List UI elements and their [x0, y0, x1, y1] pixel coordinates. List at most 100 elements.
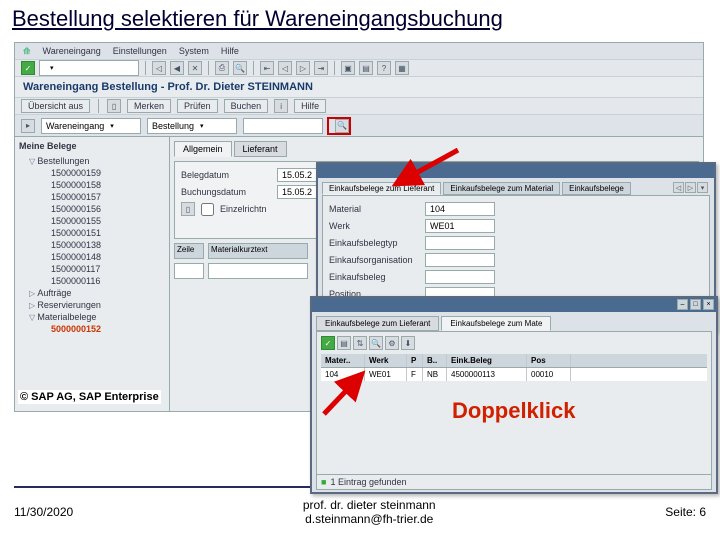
minimize-icon[interactable]: – [677, 299, 688, 310]
close-icon[interactable]: × [703, 299, 714, 310]
post-button[interactable]: Buchen [224, 99, 269, 113]
tree-doc[interactable]: 1500000151 [39, 227, 165, 239]
hold-button[interactable]: Merken [127, 99, 171, 113]
tab-pd-vendor[interactable]: Einkaufsbelege zum Lieferant [322, 182, 441, 195]
footer-email: d.steinmann@fh-trier.de [303, 512, 436, 526]
layout-icon[interactable]: ▦ [395, 61, 409, 75]
reference-combo[interactable]: Bestellung▾ [147, 118, 237, 134]
tree-node-sales[interactable]: Aufträge [29, 287, 165, 299]
tree-doc[interactable]: 1500000157 [39, 191, 165, 203]
slide-footer: 11/30/2020 prof. dr. dieter steinmann d.… [14, 498, 706, 526]
popup-titlebar[interactable] [318, 164, 714, 178]
new-session-icon[interactable]: ▣ [341, 61, 355, 75]
check-button[interactable]: Prüfen [177, 99, 218, 113]
tab-list-icon[interactable]: ▾ [697, 182, 708, 193]
collapse-icon[interactable]: ▯ [181, 202, 195, 216]
tree-node-orders[interactable]: Bestellungen [29, 155, 165, 167]
result-row[interactable]: 104 WE01 F NB 4500000113 00010 [321, 368, 707, 381]
menu-item[interactable]: Wareneingang [43, 46, 101, 56]
tree-title: Meine Belege [19, 141, 165, 151]
tab-vendor[interactable]: Lieferant [234, 141, 287, 157]
first-page-icon[interactable]: ⇤ [260, 61, 274, 75]
result-table-header: Mater.. Werk P B.. Eink.Beleg Pos [321, 354, 707, 368]
input-doctype[interactable] [425, 236, 495, 250]
app-title: Wareneingang Bestellung - Prof. Dr. Diet… [15, 77, 703, 97]
result-sort-icon[interactable]: ⇅ [353, 336, 367, 350]
tab-pd-material[interactable]: Einkaufsbelege zum Material [443, 182, 560, 195]
toggle-icon[interactable]: ▸ [21, 119, 35, 133]
th-me[interactable]: B.. [423, 354, 447, 367]
last-page-icon[interactable]: ⇥ [314, 61, 328, 75]
po-search-icon[interactable]: 🔍 [335, 119, 349, 133]
cell-mattext[interactable] [208, 263, 308, 279]
slide-title: Bestellung selektieren für Wareneingangs… [0, 0, 720, 40]
th-material[interactable]: Mater.. [321, 354, 365, 367]
help-icon[interactable]: ? [377, 61, 391, 75]
next-page-icon[interactable]: ▷ [296, 61, 310, 75]
document-tree[interactable]: Bestellungen 1500000159 1500000158 15000… [19, 155, 165, 335]
input-purchorg[interactable] [425, 253, 495, 267]
tree-doc[interactable]: 1500000138 [39, 239, 165, 251]
print-icon[interactable]: ⎙ [215, 61, 229, 75]
document-tree-pane: Meine Belege Bestellungen 1500000159 150… [15, 137, 170, 411]
menu-item[interactable]: Einstellungen [113, 46, 167, 56]
prev-page-icon[interactable]: ◁ [278, 61, 292, 75]
td-pos: 00010 [527, 368, 571, 381]
tree-doc[interactable]: 1500000158 [39, 179, 165, 191]
result-filter-icon[interactable]: ▤ [337, 336, 351, 350]
back-icon[interactable]: ◁ [152, 61, 166, 75]
th-plant[interactable]: Werk [365, 354, 407, 367]
tree-node-matdocs[interactable]: Materialbelege [29, 311, 165, 323]
th-p[interactable]: P [407, 354, 423, 367]
criteria-row: ▸ Wareneingang▾ Bestellung▾ 🔍 [15, 115, 703, 137]
td-me: NB [423, 368, 447, 381]
tab-left-icon[interactable]: ◁ [673, 182, 684, 193]
result-export-icon[interactable]: ⬇ [401, 336, 415, 350]
overview-button[interactable]: Übersicht aus [21, 99, 90, 113]
tab-general[interactable]: Allgemein [174, 141, 232, 157]
input-material[interactable]: 104 [425, 202, 495, 216]
label-plant: Werk [329, 221, 419, 231]
cell-line[interactable] [174, 263, 204, 279]
label-docdate: Belegdatum [181, 170, 271, 180]
exit-icon[interactable]: ◀ [170, 61, 184, 75]
input-plant[interactable]: WE01 [425, 219, 495, 233]
checkbox-individual[interactable] [201, 203, 214, 216]
menu-item[interactable]: System [179, 46, 209, 56]
input-purchdoc[interactable] [425, 270, 495, 284]
command-field[interactable]: ▾ [39, 60, 139, 76]
tree-matdoc[interactable]: 5000000152 [39, 323, 165, 335]
result-ok-icon[interactable]: ✓ [321, 336, 335, 350]
po-number-field[interactable] [243, 118, 323, 134]
cancel-icon[interactable]: ✕ [188, 61, 202, 75]
grid-col-mattext: Materialkurztext [208, 243, 308, 259]
find-icon[interactable]: 🔍 [233, 61, 247, 75]
tree-doc[interactable]: 1500000117 [39, 263, 165, 275]
th-doc[interactable]: Eink.Beleg [447, 354, 527, 367]
ok-icon[interactable]: ✓ [21, 61, 35, 75]
maximize-icon[interactable]: □ [690, 299, 701, 310]
tree-doc[interactable]: 1500000116 [39, 275, 165, 287]
tree-node-reservations[interactable]: Reservierungen [29, 299, 165, 311]
tab-right-icon[interactable]: ▷ [685, 182, 696, 193]
popup2-titlebar[interactable]: – □ × [312, 298, 716, 312]
tab-pd-docs[interactable]: Einkaufsbelege [562, 182, 631, 195]
tree-doc[interactable]: 1500000156 [39, 203, 165, 215]
result-settings-icon[interactable]: ⚙ [385, 336, 399, 350]
th-pos[interactable]: Pos [527, 354, 571, 367]
result-search-icon[interactable]: 🔍 [369, 336, 383, 350]
tab-res-material[interactable]: Einkaufsbelege zum Mate [441, 316, 551, 331]
tree-doc[interactable]: 1500000159 [39, 167, 165, 179]
tree-doc[interactable]: 1500000155 [39, 215, 165, 227]
label-material: Material [329, 204, 419, 214]
movement-combo[interactable]: Wareneingang▾ [41, 118, 141, 134]
tree-doc[interactable]: 1500000148 [39, 251, 165, 263]
hold-icon[interactable]: ▯ [107, 99, 121, 113]
td-plant: WE01 [365, 368, 407, 381]
menu-item[interactable]: Hilfe [221, 46, 239, 56]
info-icon[interactable]: i [274, 99, 288, 113]
shortcut-icon[interactable]: ▤ [359, 61, 373, 75]
help-button[interactable]: Hilfe [294, 99, 326, 113]
label-individual: Einzelrichtn [220, 204, 310, 214]
tab-res-vendor[interactable]: Einkaufsbelege zum Lieferant [316, 316, 439, 331]
